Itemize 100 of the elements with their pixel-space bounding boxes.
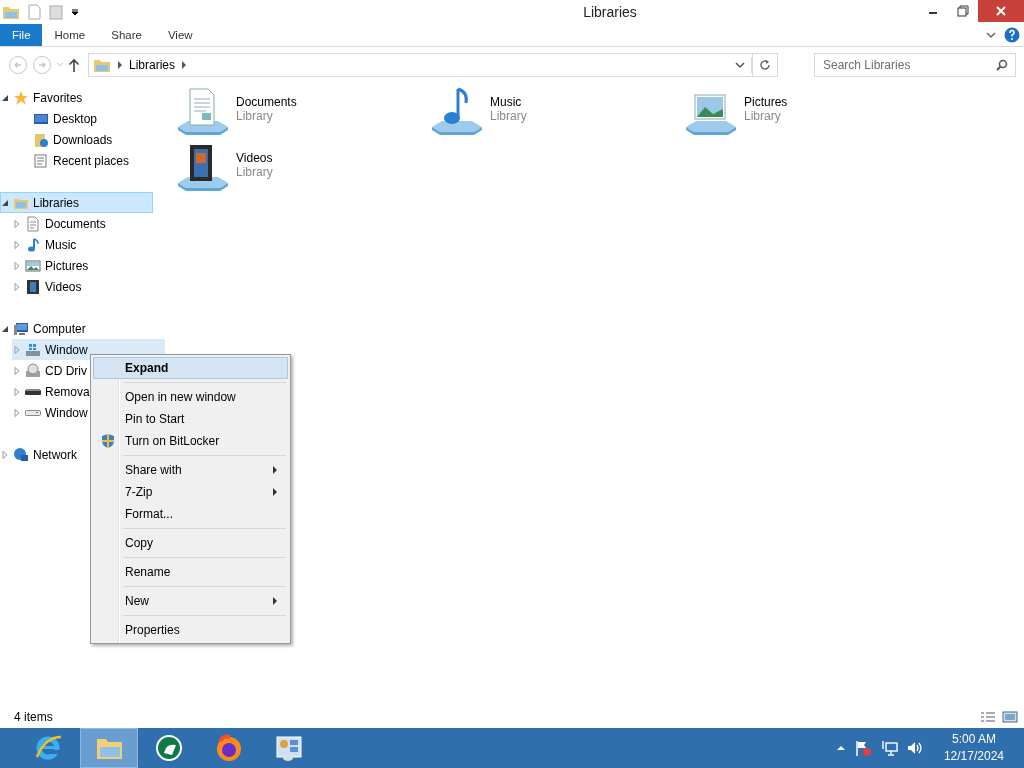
menu-item[interactable]: Turn on BitLocker <box>93 430 288 452</box>
tree-item[interactable]: Window <box>45 405 88 420</box>
collapsed-arrow-icon[interactable] <box>13 345 21 354</box>
help-icon[interactable] <box>1004 27 1020 43</box>
library-type: Library <box>744 109 782 123</box>
search-icon <box>996 59 1008 71</box>
window-title: Libraries <box>582 4 638 20</box>
close-button[interactable] <box>978 0 1024 22</box>
refresh-icon <box>759 59 771 71</box>
network-computer-icon[interactable] <box>879 739 898 757</box>
flag-alert-icon[interactable] <box>853 739 872 757</box>
clock-time[interactable]: 5:00 AM <box>951 731 996 748</box>
menu-item[interactable]: Pin to Start <box>93 408 288 430</box>
tree-item[interactable]: Remova <box>45 384 90 399</box>
folder-icon[interactable] <box>2 4 20 20</box>
menu-item[interactable]: Share with <box>93 459 288 481</box>
ribbon-tab[interactable]: Home <box>41 24 99 46</box>
menu-item[interactable]: New <box>93 590 288 612</box>
clock-date[interactable]: 12/17/2024 <box>943 748 1004 765</box>
menu-item[interactable]: Format... <box>93 503 288 525</box>
tree-item[interactable]: Network <box>33 447 77 462</box>
menu-item[interactable]: Copy <box>93 532 288 554</box>
collapsed-arrow-icon[interactable] <box>13 366 21 375</box>
menu-item[interactable]: Open in new window <box>93 386 288 408</box>
library-type: Library <box>490 109 527 123</box>
tree-item-highlight[interactable]: Libraries <box>0 192 153 213</box>
large-icons-view-icon[interactable] <box>1002 711 1018 723</box>
tree-item[interactable]: Documents <box>45 216 106 231</box>
dropdown-caret-icon[interactable] <box>735 61 745 69</box>
tree-item[interactable]: Pictures <box>45 258 89 273</box>
shield-icon <box>100 433 116 449</box>
collapsed-arrow-icon[interactable] <box>13 282 21 291</box>
collapsed-arrow-icon[interactable] <box>13 240 21 249</box>
music-note-icon <box>25 236 41 253</box>
collapsed-arrow-icon[interactable] <box>13 387 21 396</box>
collapsed-arrow-icon[interactable] <box>13 408 21 417</box>
library-type: Library <box>236 109 274 123</box>
tree-item[interactable]: Music <box>45 237 77 252</box>
collapsed-arrow-icon[interactable] <box>1 450 9 459</box>
picture-icon <box>25 257 41 274</box>
menu-item[interactable]: Properties <box>93 619 288 641</box>
tree-item[interactable]: Computer <box>33 321 86 336</box>
menu-item[interactable]: 7-Zip <box>93 481 288 503</box>
library-name[interactable]: Documents <box>236 95 297 109</box>
item-count: 4 items <box>14 710 53 724</box>
leaf-circle-app-icon <box>154 733 184 763</box>
library-folder-icon <box>93 57 111 73</box>
library-name[interactable]: Videos <box>236 151 273 165</box>
expanded-arrow-icon[interactable] <box>1 198 9 207</box>
drive-icon <box>25 409 41 416</box>
library-type: Library <box>236 165 273 179</box>
computer-icon <box>13 320 29 337</box>
fox-browser-icon <box>214 733 244 763</box>
ribbon-tab[interactable]: View <box>154 24 206 46</box>
expanded-arrow-icon[interactable] <box>1 93 9 102</box>
show-hidden-icons-icon[interactable] <box>835 744 846 752</box>
recent-places-icon <box>33 152 49 169</box>
submenu-arrow-icon <box>273 488 278 496</box>
collapsed-arrow-icon[interactable] <box>13 261 21 270</box>
tree-item[interactable]: Favorites <box>33 90 83 105</box>
star-icon <box>13 89 29 106</box>
tree-item[interactable]: Window <box>45 342 88 357</box>
collapsed-arrow-icon[interactable] <box>13 219 21 228</box>
breadcrumb[interactable]: Libraries <box>129 58 176 72</box>
cd-drive-icon <box>25 362 41 379</box>
network-icon <box>13 446 29 463</box>
tree-item[interactable]: Libraries <box>33 195 80 210</box>
windows-drive-icon <box>25 341 41 358</box>
address-bar[interactable]: Libraries <box>88 53 753 77</box>
restore-icon <box>957 5 969 17</box>
menu-item[interactable]: Expand <box>93 357 288 379</box>
search-field[interactable]: Search Libraries <box>814 53 1016 77</box>
document-library-icon <box>176 87 230 137</box>
music-library-icon <box>430 87 484 137</box>
film-icon <box>25 278 41 295</box>
tree-item[interactable]: Desktop <box>53 111 98 126</box>
breadcrumb-arrow-icon[interactable] <box>181 61 188 69</box>
file-tab[interactable]: File <box>0 24 42 46</box>
recent-caret-icon[interactable] <box>56 62 64 68</box>
tree-item[interactable]: Downloads <box>53 132 113 147</box>
removable-drive-icon <box>25 388 41 395</box>
menu-item[interactable]: Rename <box>93 561 288 583</box>
submenu-arrow-icon <box>273 597 278 605</box>
close-icon <box>996 6 1006 16</box>
ribbon-tab[interactable]: Share <box>98 24 155 46</box>
details-view-icon[interactable] <box>980 711 996 723</box>
up-arrow-icon[interactable] <box>68 58 80 72</box>
expanded-arrow-icon[interactable] <box>1 324 9 333</box>
breadcrumb-arrow-icon[interactable] <box>117 61 123 69</box>
tree-item[interactable]: CD Driv <box>45 363 87 378</box>
downloads-folder-icon <box>33 131 49 148</box>
document-icon <box>25 215 41 232</box>
tree-item[interactable]: Videos <box>45 279 82 294</box>
tree-item[interactable]: Recent places <box>53 153 130 168</box>
expand-ribbon-icon[interactable] <box>986 31 996 39</box>
library-name[interactable]: Pictures <box>744 95 788 109</box>
submenu-arrow-icon <box>273 466 278 474</box>
customize-caret-icon[interactable] <box>70 7 80 17</box>
refresh-button[interactable] <box>753 53 778 77</box>
library-name[interactable]: Music <box>490 95 527 109</box>
